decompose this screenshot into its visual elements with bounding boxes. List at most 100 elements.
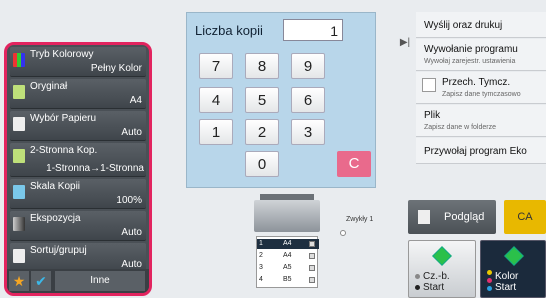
printer-icon [254,200,320,232]
other-button[interactable]: Inne [55,271,145,291]
setting-name: 2-Stronna Kop. [30,145,98,156]
setting-name: Oryginał [30,81,68,92]
setting-original[interactable]: Oryginał A4 [10,79,146,109]
clear-key[interactable]: C [337,151,371,177]
list-item-subtitle: Zapisz dane w folderze [424,124,496,131]
list-item-subtitle: Wywołaj zarejestr. ustawienia [424,58,516,65]
tray-row[interactable]: 2 A4 [257,251,319,261]
bw-dot-icon [415,274,420,279]
key-0[interactable]: 0 [245,151,279,177]
key-2[interactable]: 2 [245,119,279,145]
sort-icon [13,249,25,263]
tray-size: A4 [283,240,292,247]
setting-exposure[interactable]: Ekspozycja Auto [10,211,146,241]
list-item-temp-storage[interactable]: Przech. Tymcz. Zapisz dane tymczasowo [416,72,546,104]
clear-all-button[interactable]: CA [504,200,546,234]
setting-name: Sortuj/grupuj [30,245,87,256]
key-3[interactable]: 3 [291,119,325,145]
action-list: Wyślij oraz drukuj Wywołanie programu Wy… [416,12,546,164]
start-color-line2: Start [495,282,517,293]
tray-row[interactable]: 4 B5 [257,275,319,285]
expand-arrow-icon[interactable]: ▶| [398,28,412,58]
tray-number: 4 [259,276,263,283]
bw-dot-icon [415,285,420,290]
setting-value: 1-Stronna→1-Stronna [46,163,144,174]
tray-row[interactable]: 3 A5 [257,263,319,273]
tray-icon [309,253,315,259]
key-7[interactable]: 7 [199,53,233,79]
tray-number: 3 [259,264,263,271]
setting-value: Auto [121,127,142,138]
key-5[interactable]: 5 [245,87,279,113]
paper-icon [13,117,25,131]
scale-icon [13,185,25,199]
tray-list: 1 A4 2 A4 3 A5 4 B5 [256,236,319,288]
preview-label: Podgląd [444,211,485,223]
tray-size: A5 [283,264,292,271]
copy-count-display[interactable]: 1 [283,19,343,41]
tray-icon [309,241,315,247]
tray-icon [309,277,315,283]
key-6[interactable]: 6 [291,87,325,113]
setting-copy-ratio[interactable]: Skala Kopii 100% [10,179,146,209]
preview-icon [418,210,430,224]
setting-name: Ekspozycja [30,213,81,224]
list-item-send-print[interactable]: Wyślij oraz drukuj [416,12,546,38]
tray-icon [309,265,315,271]
list-item-eco-program[interactable]: Przywołaj program Eko [416,138,546,164]
copy-count-label: Liczba kopii [195,23,263,38]
color-dot-icon [487,270,492,275]
list-item-title: Przech. Tymcz. [442,77,511,88]
preview-button[interactable]: Podgląd [408,200,496,234]
setting-name: Wybór Papieru [30,113,97,124]
key-4[interactable]: 4 [199,87,233,113]
tray-size: A4 [283,252,292,259]
start-bw-button[interactable]: Cz.-b. Start [408,240,476,298]
tray-row[interactable]: 1 A4 [257,239,319,249]
color-mode-icon [13,53,25,67]
settings-panel: Tryb Kolorowy Pełny Kolor Oryginał A4 Wy… [4,42,152,296]
list-item-title: Plik [424,110,441,121]
start-color-label: Kolor Start [495,271,518,293]
setting-duplex[interactable]: 2-Stronna Kop. 1-Stronna→1-Stronna [10,143,146,177]
output-tray-label: Zwykły 1 [346,216,374,223]
document-icon [13,85,25,99]
list-item-title: Przywołaj program Eko [424,146,527,157]
list-item-title: Wywołanie programu [424,44,518,55]
setting-value: Pełny Kolor [90,63,142,74]
start-bw-line2: Start [423,282,445,293]
start-color-button[interactable]: Kolor Start [480,240,546,298]
check-icon[interactable]: ✔ [31,271,51,291]
list-item-file[interactable]: Plik Zapisz dane w folderze [416,105,546,137]
start-color-line1: Kolor [495,271,519,282]
bottom-toolbar: ★ ✔ Inne [7,269,149,293]
list-item-title: Wyślij oraz drukuj [424,20,503,31]
tray-size: B5 [283,276,292,283]
list-item-subtitle: Zapisz dane tymczasowo [442,91,521,98]
key-9[interactable]: 9 [291,53,325,79]
color-dot-icon [487,286,492,291]
list-item-recall-program[interactable]: Wywołanie programu Wywołaj zarejestr. us… [416,39,546,71]
output-tray-indicator [340,230,346,236]
duplex-icon [13,149,25,163]
start-bw-line1: Cz.-b. [423,271,450,282]
checkbox[interactable] [422,78,436,92]
exposure-icon [13,217,25,231]
setting-value: 100% [116,195,142,206]
setting-color-mode[interactable]: Tryb Kolorowy Pełny Kolor [10,47,146,77]
setting-value: Auto [121,227,142,238]
color-dot-icon [487,278,492,283]
copy-count-keypad: Liczba kopii 1 7 8 9 4 5 6 1 2 3 0 C [186,12,376,188]
start-bw-label: Cz.-b. Start [423,271,450,293]
setting-paper-select[interactable]: Wybór Papieru Auto [10,111,146,141]
setting-name: Tryb Kolorowy [30,49,94,60]
start-diamond-icon [504,246,524,266]
star-icon[interactable]: ★ [9,271,29,291]
setting-value: A4 [129,95,142,106]
tray-number: 1 [259,240,263,247]
key-8[interactable]: 8 [245,53,279,79]
key-1[interactable]: 1 [199,119,233,145]
tray-number: 2 [259,252,263,259]
setting-name: Skala Kopii [30,181,81,192]
start-diamond-icon [432,246,452,266]
